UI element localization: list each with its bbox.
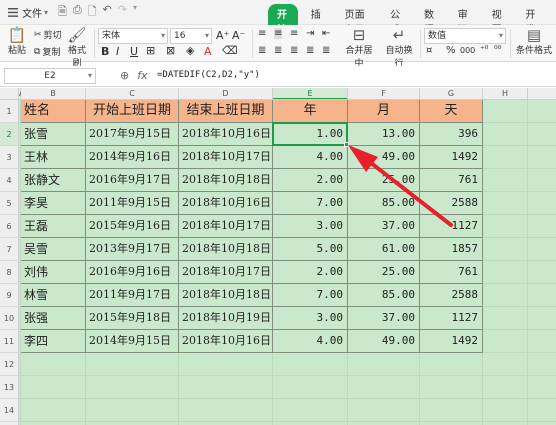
arrow-shaft <box>360 154 453 227</box>
arrow-head-icon <box>348 145 378 172</box>
annotation-arrow <box>348 145 453 227</box>
